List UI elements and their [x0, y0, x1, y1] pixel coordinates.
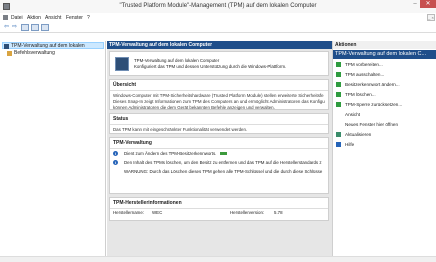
close-button[interactable]: ✕ — [420, 0, 436, 8]
info-icon: i — [113, 151, 118, 157]
clear-tpm-row[interactable]: i Den Inhalt des TPMs löschen, um den Bes… — [110, 158, 328, 167]
manufacturer-title: TPM-Herstellerinformationen — [110, 198, 328, 209]
details-header: TPM-Verwaltung auf dem lokalen Computer — [107, 41, 332, 49]
action-label: Besitzerkennwort ändern... — [345, 82, 400, 87]
title-bar: "Trusted Platform Module"-Management (TP… — [0, 0, 436, 13]
refresh-icon — [336, 132, 341, 137]
show-hide-tree-icon[interactable] — [21, 24, 29, 31]
show-hide-actions-icon[interactable] — [41, 24, 49, 31]
manufacturer-name-label: Herstellername: — [113, 210, 144, 215]
tpm-chip-icon — [115, 57, 129, 71]
actions-section-tpm[interactable]: TPM-Verwaltung auf dem lokalen C... — [333, 50, 436, 59]
status-text: Das TPM kann mit eingeschränkter Funktio… — [113, 127, 248, 132]
menu-ansicht[interactable]: Ansicht — [45, 15, 61, 21]
action-label: TPM vorbereiten... — [345, 62, 383, 67]
action-help[interactable]: Hilfe — [333, 140, 436, 149]
toolbar: ⇦ ⇨ — [0, 22, 436, 33]
action-label: Ansicht — [345, 112, 361, 117]
chip-icon — [4, 44, 9, 49]
back-arrow-icon[interactable]: ⇦ — [3, 24, 10, 31]
manufacturer-panel: TPM-Herstellerinformationen Herstellerna… — [109, 197, 329, 221]
help-icon — [336, 142, 341, 147]
folder-icon — [7, 51, 12, 56]
action-label: Aktualisieren — [345, 132, 372, 137]
action-label: Neues Fenster hier öffnen — [345, 122, 399, 127]
action-view[interactable]: Ansicht — [333, 110, 436, 119]
status-bar — [0, 256, 436, 262]
key-icon — [220, 152, 228, 156]
warning-text: WARNUNG: Durch das Löschen dieses TPM ge… — [124, 169, 323, 174]
green-square-icon — [336, 82, 341, 87]
action-turn-off-tpm[interactable]: TPM ausschalten... — [333, 70, 436, 79]
details-pane: TPM-Verwaltung auf dem lokalen Computer … — [107, 41, 332, 262]
forward-arrow-icon[interactable]: ⇨ — [11, 24, 18, 31]
manufacturer-version-label: Herstellerversion: — [230, 210, 265, 215]
window-title: "Trusted Platform Module"-Management (TP… — [119, 3, 317, 9]
details-content: TPM-Verwaltung auf dem lokalen Computer … — [107, 49, 332, 262]
status-title: Status — [110, 114, 328, 125]
overview-title: Übersicht — [110, 80, 328, 91]
tree-item-tpm-management[interactable]: TPM-Verwaltung auf dem lokalen — [2, 42, 104, 49]
action-refresh[interactable]: Aktualisieren — [333, 130, 436, 139]
tpm-management-panel: TPM-Verwaltung i Dient zum Ändern des TPM… — [109, 137, 329, 194]
overview-panel: Übersicht Windows-Computer mit TPM-Siche… — [109, 79, 329, 110]
console-tree: TPM-Verwaltung auf dem lokalen Befehlsve… — [0, 41, 106, 262]
help-book-icon[interactable] — [31, 24, 39, 31]
action-label: TPM-Sperre zurücksetzen... — [345, 102, 403, 107]
info-icon: i — [113, 160, 118, 166]
tree-item-label: Befehlsverwaltung — [14, 50, 55, 56]
tree-item-label: TPM-Verwaltung auf dem lokalen — [11, 43, 85, 49]
actions-pane: Aktionen TPM-Verwaltung auf dem lokalen … — [332, 41, 436, 262]
menu-aktion[interactable]: Aktion — [27, 15, 41, 21]
action-change-owner-password[interactable]: Besitzerkennwort ändern... — [333, 80, 436, 89]
action-clear-tpm[interactable]: TPM löschen... — [333, 90, 436, 99]
intro-panel: TPM-Verwaltung auf dem lokalen Computer … — [109, 51, 329, 76]
minimize-button[interactable]: – — [410, 0, 420, 8]
intro-description: Konfiguriert das TPM und dessen Unterstü… — [134, 64, 287, 69]
tpm-management-title: TPM-Verwaltung — [110, 138, 328, 149]
manufacturer-name-value: WEC — [152, 210, 163, 215]
green-square-icon — [336, 92, 341, 97]
menu-bar: Datei Aktion Ansicht Fenster ? — [0, 13, 436, 22]
action-label: TPM löschen... — [345, 92, 376, 97]
mdi-window-controls[interactable]: _ × — [427, 14, 435, 21]
overview-line: können Administratoren die dem Gerät bek… — [113, 105, 275, 110]
action-reset-tpm-lockout[interactable]: TPM-Sperre zurücksetzen... — [333, 100, 436, 109]
action-label: TPM ausschalten... — [345, 72, 385, 77]
action-label: Hilfe — [345, 142, 355, 147]
console-icon[interactable] — [3, 15, 8, 20]
clear-tpm-text: Den Inhalt des TPMs löschen, um den Besi… — [124, 160, 322, 165]
action-new-window[interactable]: Neues Fenster hier öffnen — [333, 120, 436, 129]
manufacturer-version-value: 5.78 — [274, 210, 283, 215]
action-prepare-tpm[interactable]: TPM vorbereiten... — [333, 60, 436, 69]
status-panel: Status Das TPM kann mit eingeschränkter … — [109, 113, 329, 134]
tree-item-command-management[interactable]: Befehlsverwaltung — [6, 50, 55, 57]
green-square-icon — [336, 72, 341, 77]
change-password-text: Dient zum Ändern des TPM-Besitzerkennwor… — [124, 151, 217, 156]
green-square-icon — [336, 102, 341, 107]
change-password-row[interactable]: i Dient zum Ändern des TPM-Besitzerkennwo… — [110, 149, 328, 158]
actions-header: Aktionen — [333, 41, 436, 49]
menu-help[interactable]: ? — [87, 15, 90, 21]
menu-fenster[interactable]: Fenster — [66, 15, 83, 21]
green-square-icon — [336, 62, 341, 67]
menu-datei[interactable]: Datei — [11, 15, 23, 21]
